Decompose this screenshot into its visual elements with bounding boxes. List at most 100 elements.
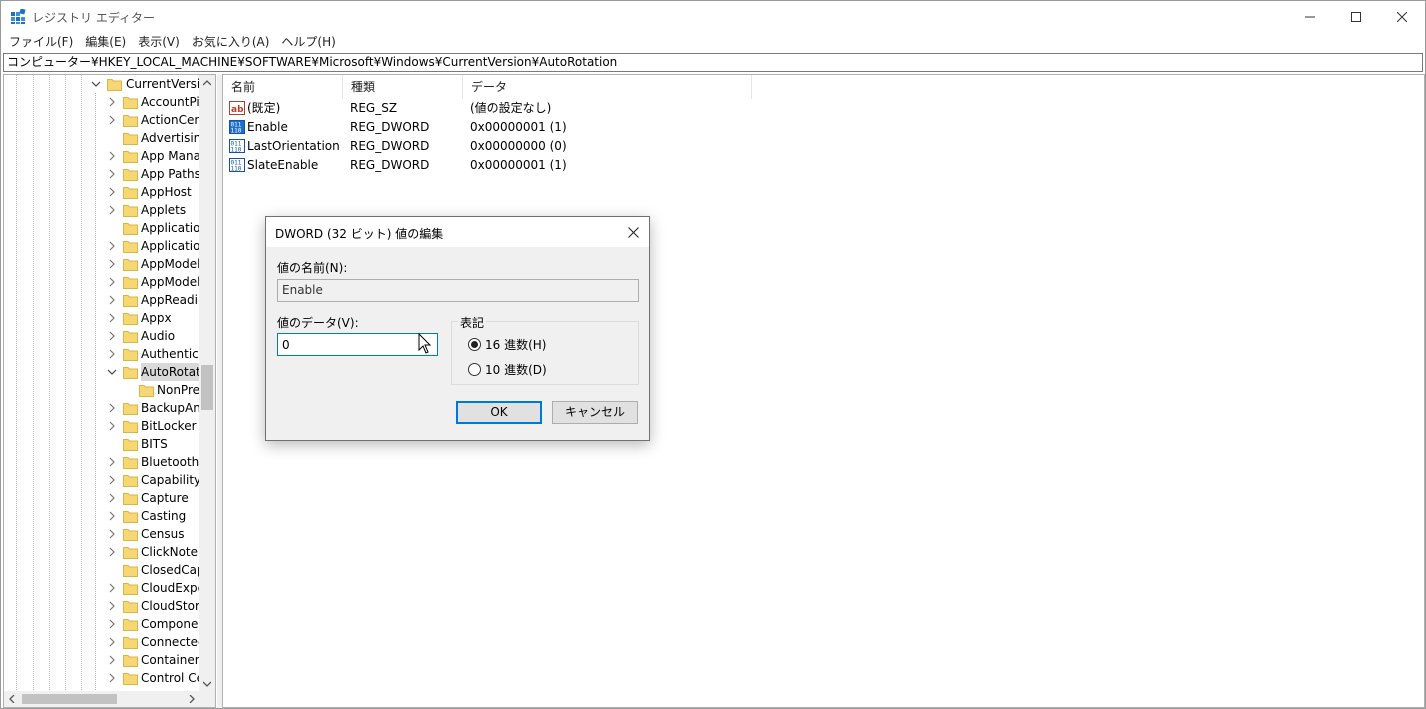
- window-title: レジストリ エディター: [32, 11, 155, 25]
- chevron-right-icon[interactable]: [106, 651, 118, 669]
- value-data-label: 値のデータ(V):: [277, 316, 359, 330]
- folder-icon: [123, 493, 138, 505]
- chevron-right-icon[interactable]: [106, 201, 118, 219]
- chevron-right-icon[interactable]: [106, 489, 118, 507]
- scrollbar-thumb[interactable]: [22, 694, 117, 704]
- radio-decimal[interactable]: 10 進数(D): [468, 361, 547, 378]
- chevron-right-icon[interactable]: [106, 237, 118, 255]
- chevron-right-icon[interactable]: [106, 453, 118, 471]
- tree-item-label: AccountPic: [141, 95, 207, 109]
- folder-icon: [123, 97, 138, 109]
- chevron-right-icon[interactable]: [106, 579, 118, 597]
- chevron-right-icon[interactable]: [106, 615, 118, 633]
- tree-item-label: Census: [141, 527, 185, 541]
- chevron-right-icon[interactable]: [106, 93, 118, 111]
- menu-view[interactable]: 表示(V): [132, 33, 186, 51]
- close-button[interactable]: [1379, 1, 1425, 32]
- registry-editor-icon: [11, 9, 26, 24]
- radix-legend: 表記: [458, 314, 487, 331]
- folder-icon: [123, 187, 138, 199]
- value-row[interactable]: 011 110 SlateEnable REG_DWORD 0x00000001…: [223, 156, 823, 175]
- scroll-left-icon[interactable]: [4, 691, 20, 707]
- minimize-button[interactable]: [1287, 1, 1333, 32]
- scroll-down-icon[interactable]: [199, 676, 215, 692]
- value-row[interactable]: ab (既定) REG_SZ (値の設定なし): [223, 99, 823, 118]
- chevron-down-icon[interactable]: [90, 75, 102, 93]
- tree-item-label: Bluetooth: [141, 455, 200, 469]
- tree-item-label: Casting: [141, 509, 187, 523]
- chevron-right-icon[interactable]: [106, 633, 118, 651]
- folder-icon: [123, 565, 138, 577]
- dialog-title: DWORD (32 ビット) 値の編集: [275, 227, 444, 241]
- column-header-data[interactable]: データ: [463, 75, 752, 99]
- value-data-input[interactable]: [277, 333, 438, 356]
- tree-horizontal-scrollbar[interactable]: [4, 691, 215, 707]
- chevron-right-icon[interactable]: [106, 273, 118, 291]
- chevron-right-icon[interactable]: [106, 669, 118, 687]
- cancel-button[interactable]: キャンセル: [552, 401, 638, 424]
- radio-hex-label: 16 進数(H): [485, 338, 547, 352]
- chevron-right-icon[interactable]: [106, 507, 118, 525]
- chevron-right-icon[interactable]: [106, 291, 118, 309]
- chevron-right-icon[interactable]: [106, 597, 118, 615]
- folder-icon: [123, 151, 138, 163]
- value-type: REG_DWORD: [350, 139, 430, 153]
- chevron-right-icon[interactable]: [106, 327, 118, 345]
- menu-file[interactable]: ファイル(F): [3, 33, 79, 51]
- chevron-right-icon[interactable]: [106, 543, 118, 561]
- folder-icon: [123, 259, 138, 271]
- tree-vertical-scrollbar[interactable]: [199, 75, 215, 692]
- folder-icon: [123, 637, 138, 649]
- tree-item-label: Audio: [141, 329, 176, 343]
- menu-favorites[interactable]: お気に入り(A): [186, 33, 276, 51]
- value-data: 0x00000000 (0): [470, 139, 567, 153]
- scrollbar-thumb[interactable]: [201, 365, 213, 410]
- tree-item-label: Connected: [141, 635, 206, 649]
- chevron-right-icon[interactable]: [106, 471, 118, 489]
- value-type: REG_SZ: [350, 101, 398, 115]
- maximize-button[interactable]: [1333, 1, 1379, 32]
- value-row[interactable]: 011 110 Enable REG_DWORD 0x00000001 (1): [223, 118, 823, 137]
- folder-icon: [139, 385, 154, 397]
- folder-icon: [123, 331, 138, 343]
- mouse-cursor-icon: [418, 333, 432, 354]
- value-type: REG_DWORD: [350, 120, 430, 134]
- value-data: 0x00000001 (1): [470, 158, 567, 172]
- chevron-right-icon[interactable]: [106, 165, 118, 183]
- menu-edit[interactable]: 編集(E): [79, 33, 132, 51]
- chevron-down-icon[interactable]: [106, 363, 118, 381]
- tree-item-label: Applets: [141, 203, 187, 217]
- value-row[interactable]: 011 110 LastOrientation REG_DWORD 0x0000…: [223, 137, 823, 156]
- folder-icon: [123, 223, 138, 235]
- chevron-right-icon[interactable]: [106, 111, 118, 129]
- close-icon: [627, 226, 639, 238]
- ok-button[interactable]: OK: [456, 401, 542, 424]
- folder-icon: [123, 169, 138, 181]
- scroll-right-icon[interactable]: [184, 691, 200, 707]
- column-header-type[interactable]: 種類: [343, 75, 463, 99]
- folder-icon: [123, 529, 138, 541]
- chevron-right-icon[interactable]: [106, 255, 118, 273]
- chevron-right-icon[interactable]: [106, 147, 118, 165]
- chevron-right-icon[interactable]: [106, 345, 118, 363]
- dialog-close-button[interactable]: [617, 217, 649, 247]
- folder-icon: [123, 583, 138, 595]
- tree-item-label: BackupAnc: [141, 401, 208, 415]
- menu-bar: ファイル(F) 編集(E) 表示(V) お気に入り(A) ヘルプ(H): [1, 32, 1425, 52]
- dialog-title-bar: DWORD (32 ビット) 値の編集: [266, 217, 649, 247]
- chevron-right-icon[interactable]: [106, 399, 118, 417]
- chevron-right-icon[interactable]: [106, 183, 118, 201]
- scroll-up-icon[interactable]: [199, 75, 215, 91]
- key-tree-pane[interactable]: CurrentVersion AccountPic ActionCent Adver…: [3, 74, 216, 708]
- folder-icon: [123, 619, 138, 631]
- address-bar[interactable]: コンピューター¥HKEY_LOCAL_MACHINE¥SOFTWARE¥Micr…: [3, 53, 1423, 72]
- menu-help[interactable]: ヘルプ(H): [275, 33, 341, 51]
- value-name-label: 値の名前(N):: [277, 261, 348, 275]
- binary-value-icon: 011 110: [229, 120, 245, 135]
- chevron-right-icon[interactable]: [106, 309, 118, 327]
- column-header-name[interactable]: 名前: [223, 75, 343, 99]
- chevron-right-icon[interactable]: [106, 525, 118, 543]
- binary-value-icon: 011 110: [229, 139, 245, 154]
- chevron-right-icon[interactable]: [106, 417, 118, 435]
- radio-hex[interactable]: 16 進数(H): [468, 336, 546, 353]
